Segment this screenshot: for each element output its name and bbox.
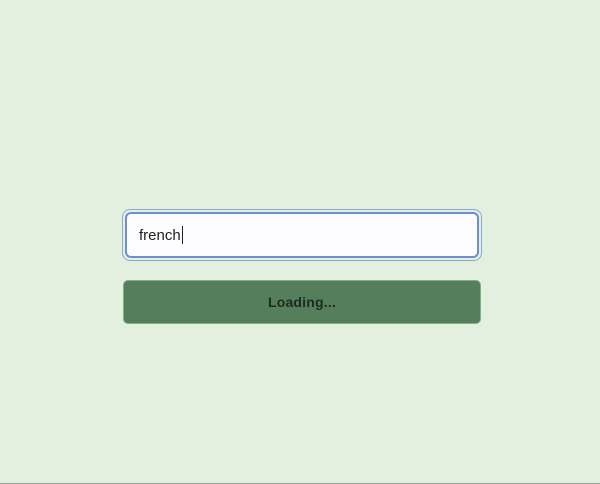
submit-button-label: Loading... xyxy=(267,294,337,310)
search-input[interactable]: french xyxy=(125,212,479,258)
search-input-value: french xyxy=(139,226,181,244)
text-caret xyxy=(181,226,183,244)
search-input-focus-ring[interactable]: french xyxy=(122,209,482,261)
submit-button[interactable]: Loading... xyxy=(123,280,481,324)
search-form: french Loading... xyxy=(122,209,482,324)
